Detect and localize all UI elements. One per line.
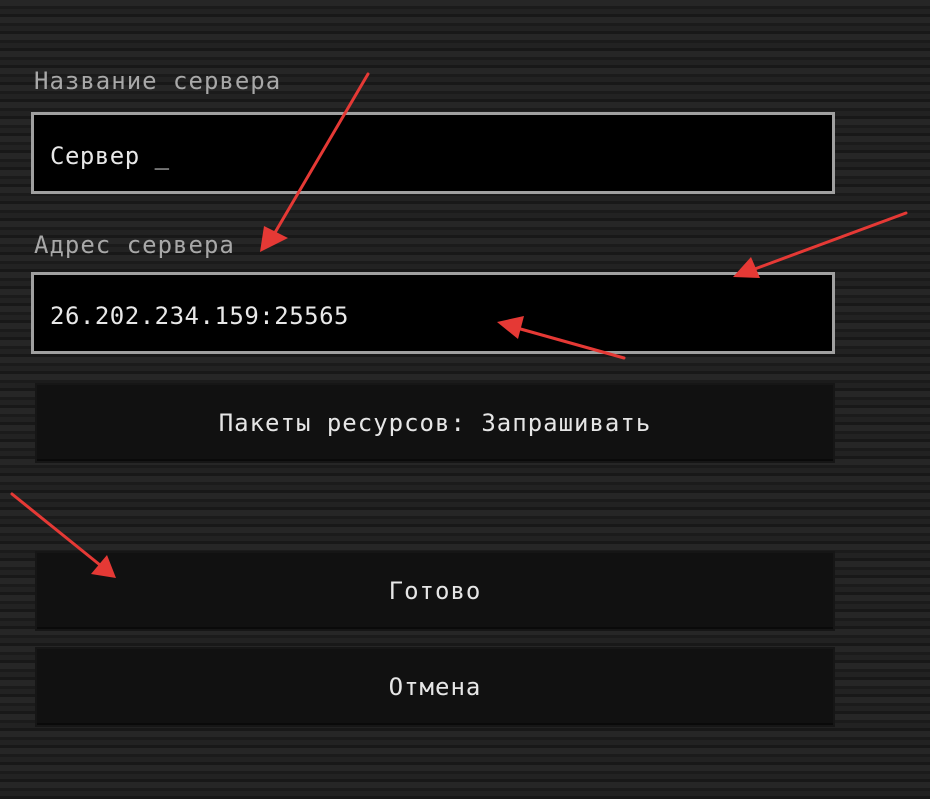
server-name-label: Название сервера	[34, 67, 282, 95]
server-address-value: 26.202.234.159:25565	[50, 302, 349, 330]
resource-packs-button-label: Пакеты ресурсов: Запрашивать	[218, 409, 652, 437]
done-button-label: Готово	[388, 577, 482, 605]
resource-packs-button[interactable]: Пакеты ресурсов: Запрашивать	[35, 383, 835, 463]
cancel-button-label: Отмена	[388, 673, 482, 701]
server-address-input[interactable]: 26.202.234.159:25565	[31, 272, 835, 354]
cancel-button[interactable]: Отмена	[35, 647, 835, 727]
server-name-value: Сервер _	[50, 142, 170, 170]
server-address-label: Адрес сервера	[34, 231, 235, 259]
server-name-input[interactable]: Сервер _	[31, 112, 835, 194]
done-button[interactable]: Готово	[35, 551, 835, 631]
arrow-to-address-field-right	[733, 211, 908, 278]
